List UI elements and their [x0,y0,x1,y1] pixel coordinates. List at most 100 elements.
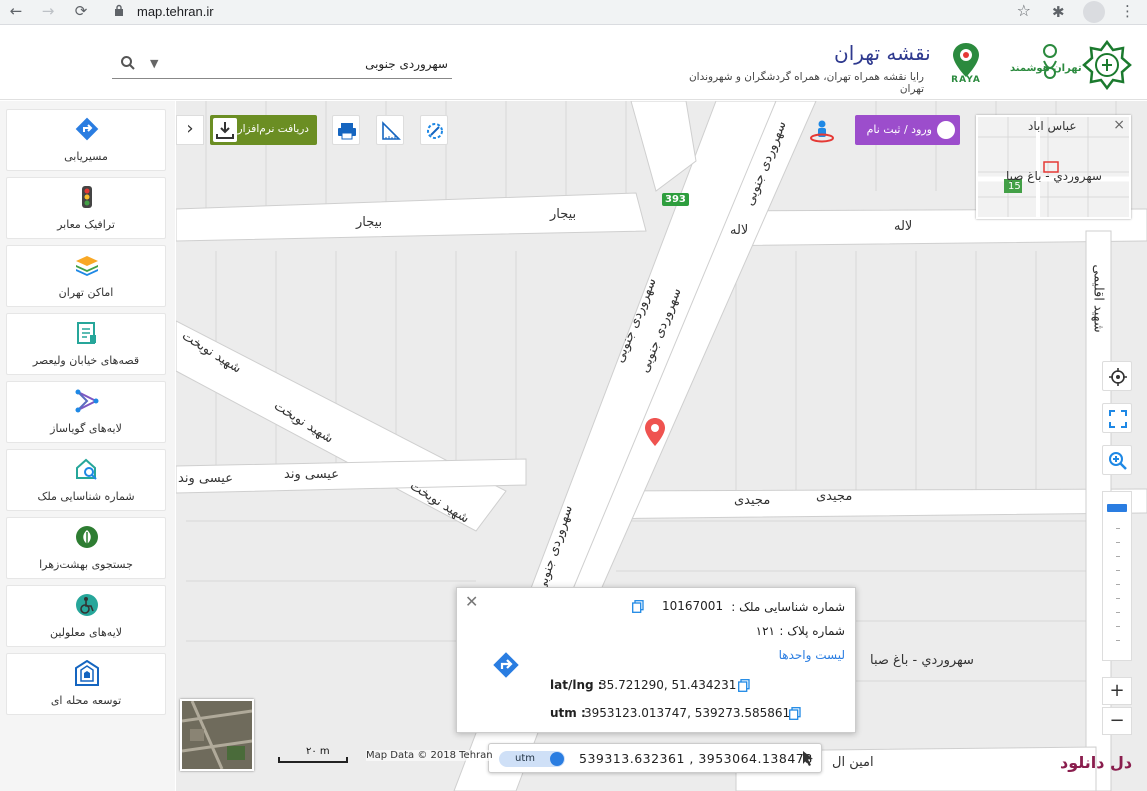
satellite-thumbnail-image [182,701,252,769]
house-search-icon [76,458,97,480]
back-icon[interactable]: ← [5,2,27,20]
zoom-tick [1116,612,1120,613]
zoom-tick [1116,570,1120,571]
overview-minimap[interactable]: × عباس اباد سهروردي - باغ صبا 15 [976,115,1131,219]
property-id-value: 10167001 [662,599,724,613]
sidebar-item-beheshtzahra[interactable]: جستجوی بهشت‌زهرا [6,517,166,579]
search-input[interactable]: ▼ سهروردی جنوبی [112,53,452,79]
sidebar-item-label: ترافیک معابر [57,218,115,231]
street-label: مجیدی [816,489,853,504]
smart-tehran-label: تهران هوشمند [1010,63,1082,74]
extensions-icon[interactable]: ✱ [1052,3,1065,21]
municipality-logo-icon[interactable] [1082,40,1132,90]
login-register-button[interactable]: ورود / ثبت نام [855,115,960,145]
sidebar-item-places[interactable]: اماکن تهران [6,245,166,307]
draw-icon [427,123,443,139]
raya-label: RAYA [951,75,981,85]
neighborhood-icon [75,660,99,686]
power-icon [937,121,955,139]
sidebar-item-label: جستجوی بهشت‌زهرا [39,558,133,571]
sidebar-item-routing[interactable]: مسیریابی [6,109,166,171]
site-header: ▼ سهروردی جنوبی نقشه تهران رایا نقشه همر… [0,25,1147,100]
location-pin-icon[interactable] [643,417,667,447]
street-label: لاله [894,219,913,234]
expand-sidebar-button[interactable]: › [176,115,204,145]
street-label: سهروردي - باغ صبا [870,653,974,668]
satellite-layer-toggle[interactable] [180,699,254,771]
dropdown-caret-icon[interactable]: ▼ [150,57,158,70]
draw-tool-button[interactable] [420,115,448,145]
forward-icon[interactable]: → [37,2,59,20]
fullscreen-icon [1109,410,1127,428]
reload-icon[interactable]: ⟳ [70,2,92,20]
network-icon [75,389,99,413]
utm-value: 3953123.013747, 539273.585861 [584,706,791,720]
directions-icon[interactable] [491,650,521,680]
copy-icon[interactable] [789,707,801,720]
route-icon [75,117,99,141]
sidebar-item-label: اماکن تهران [58,286,114,299]
map-canvas[interactable]: سهروردی جنوبی سهروردی جنوبی سهروردی جنوب… [176,101,1147,791]
zoom-extent-button[interactable] [1102,445,1132,475]
download-icon [213,118,237,142]
zoom-out-button[interactable]: − [1102,707,1132,735]
utm-label: utm : [550,706,586,720]
copy-icon[interactable] [738,679,750,692]
zoom-slider-handle[interactable] [1107,504,1127,512]
sidebar-item-property-id[interactable]: شماره شناسایی ملک [6,449,166,511]
overview-close-icon[interactable]: × [1113,117,1125,133]
sidebar-item-label: لایه‌های معلولین [49,626,123,639]
street-label: لاله [730,223,749,238]
street-label: شهید اقلیمی [1090,264,1106,333]
map-attribution: Map Data © 2018 Tehran [366,750,493,761]
units-list-link[interactable]: لیست واحدها [779,648,845,662]
copy-icon[interactable] [632,600,644,613]
wheelchair-icon [76,594,98,616]
sidebar-item-neighborhood-dev[interactable]: توسعه محله ای [6,653,166,715]
zoom-slider[interactable] [1102,491,1132,661]
street-view-icon[interactable] [809,119,835,145]
bookmark-star-icon[interactable]: ☆ [1017,1,1031,20]
zoom-in-button[interactable]: + [1102,677,1132,705]
lock-icon [115,4,123,16]
download-app-button[interactable]: دریافت نرم‌افزار [210,115,317,145]
zoom-tick [1116,584,1120,585]
profile-avatar[interactable] [1083,1,1105,23]
sidebar-item-label: توسعه محله ای [50,694,122,707]
latlng-label: lat/lng : [550,678,603,692]
zoom-search-icon [1109,452,1127,470]
sidebar-item-disability-layers[interactable]: لایه‌های معلولین [6,585,166,647]
download-app-label: دریافت نرم‌افزار [237,123,309,135]
locate-me-button[interactable] [1102,361,1132,391]
zoom-tick [1116,626,1120,627]
browser-toolbar: ← → ⟳ map.tehran.ir ☆ ✱ ⋮ [0,0,1147,25]
coordinate-mode-label: utm [515,753,535,764]
measure-button[interactable] [376,115,404,145]
zoom-tick [1116,542,1120,543]
sidebar-item-audio-layers[interactable]: لایه‌های گویاساز [6,381,166,443]
zoom-tick [1116,598,1120,599]
address-bar[interactable]: map.tehran.ir ☆ [104,0,1039,24]
cursor-coordinate-value: 539313.632361 , 3953064.138478 [579,751,813,766]
site-title: نقشه تهران [834,41,931,65]
overview-label: عباس اباد [1028,119,1077,133]
login-register-label: ورود / ثبت نام [866,123,932,136]
site-subtitle: رایا نقشه همراه تهران، همراه گردشگران و … [688,71,924,95]
fullscreen-button[interactable] [1102,403,1132,433]
search-icon[interactable] [120,55,136,71]
street-label: عیسی وند [178,471,233,486]
print-button[interactable] [332,115,360,145]
zoom-tick [1116,528,1120,529]
coordinate-mode-toggle[interactable]: utm [499,751,565,767]
road-number-badge: 393 [662,193,689,206]
street-label: عیسی وند [284,467,339,482]
sidebar-item-traffic[interactable]: ترافیک معابر [6,177,166,239]
watermark-logo: دل دانلود [1060,753,1133,772]
street-label: مجیدی [734,493,771,508]
sidebar-item-valiasr-stories[interactable]: قصه‌های خیابان ولیعصر [6,313,166,375]
browser-menu-icon[interactable]: ⋮ [1120,2,1135,20]
popup-close-icon[interactable]: ✕ [465,592,478,611]
overview-badge: 15 [1008,181,1021,192]
property-info-popup: ✕ شماره شناسایی ملک : 10167001 شماره پلا… [456,587,856,733]
cursor-arrow-icon [803,751,813,766]
